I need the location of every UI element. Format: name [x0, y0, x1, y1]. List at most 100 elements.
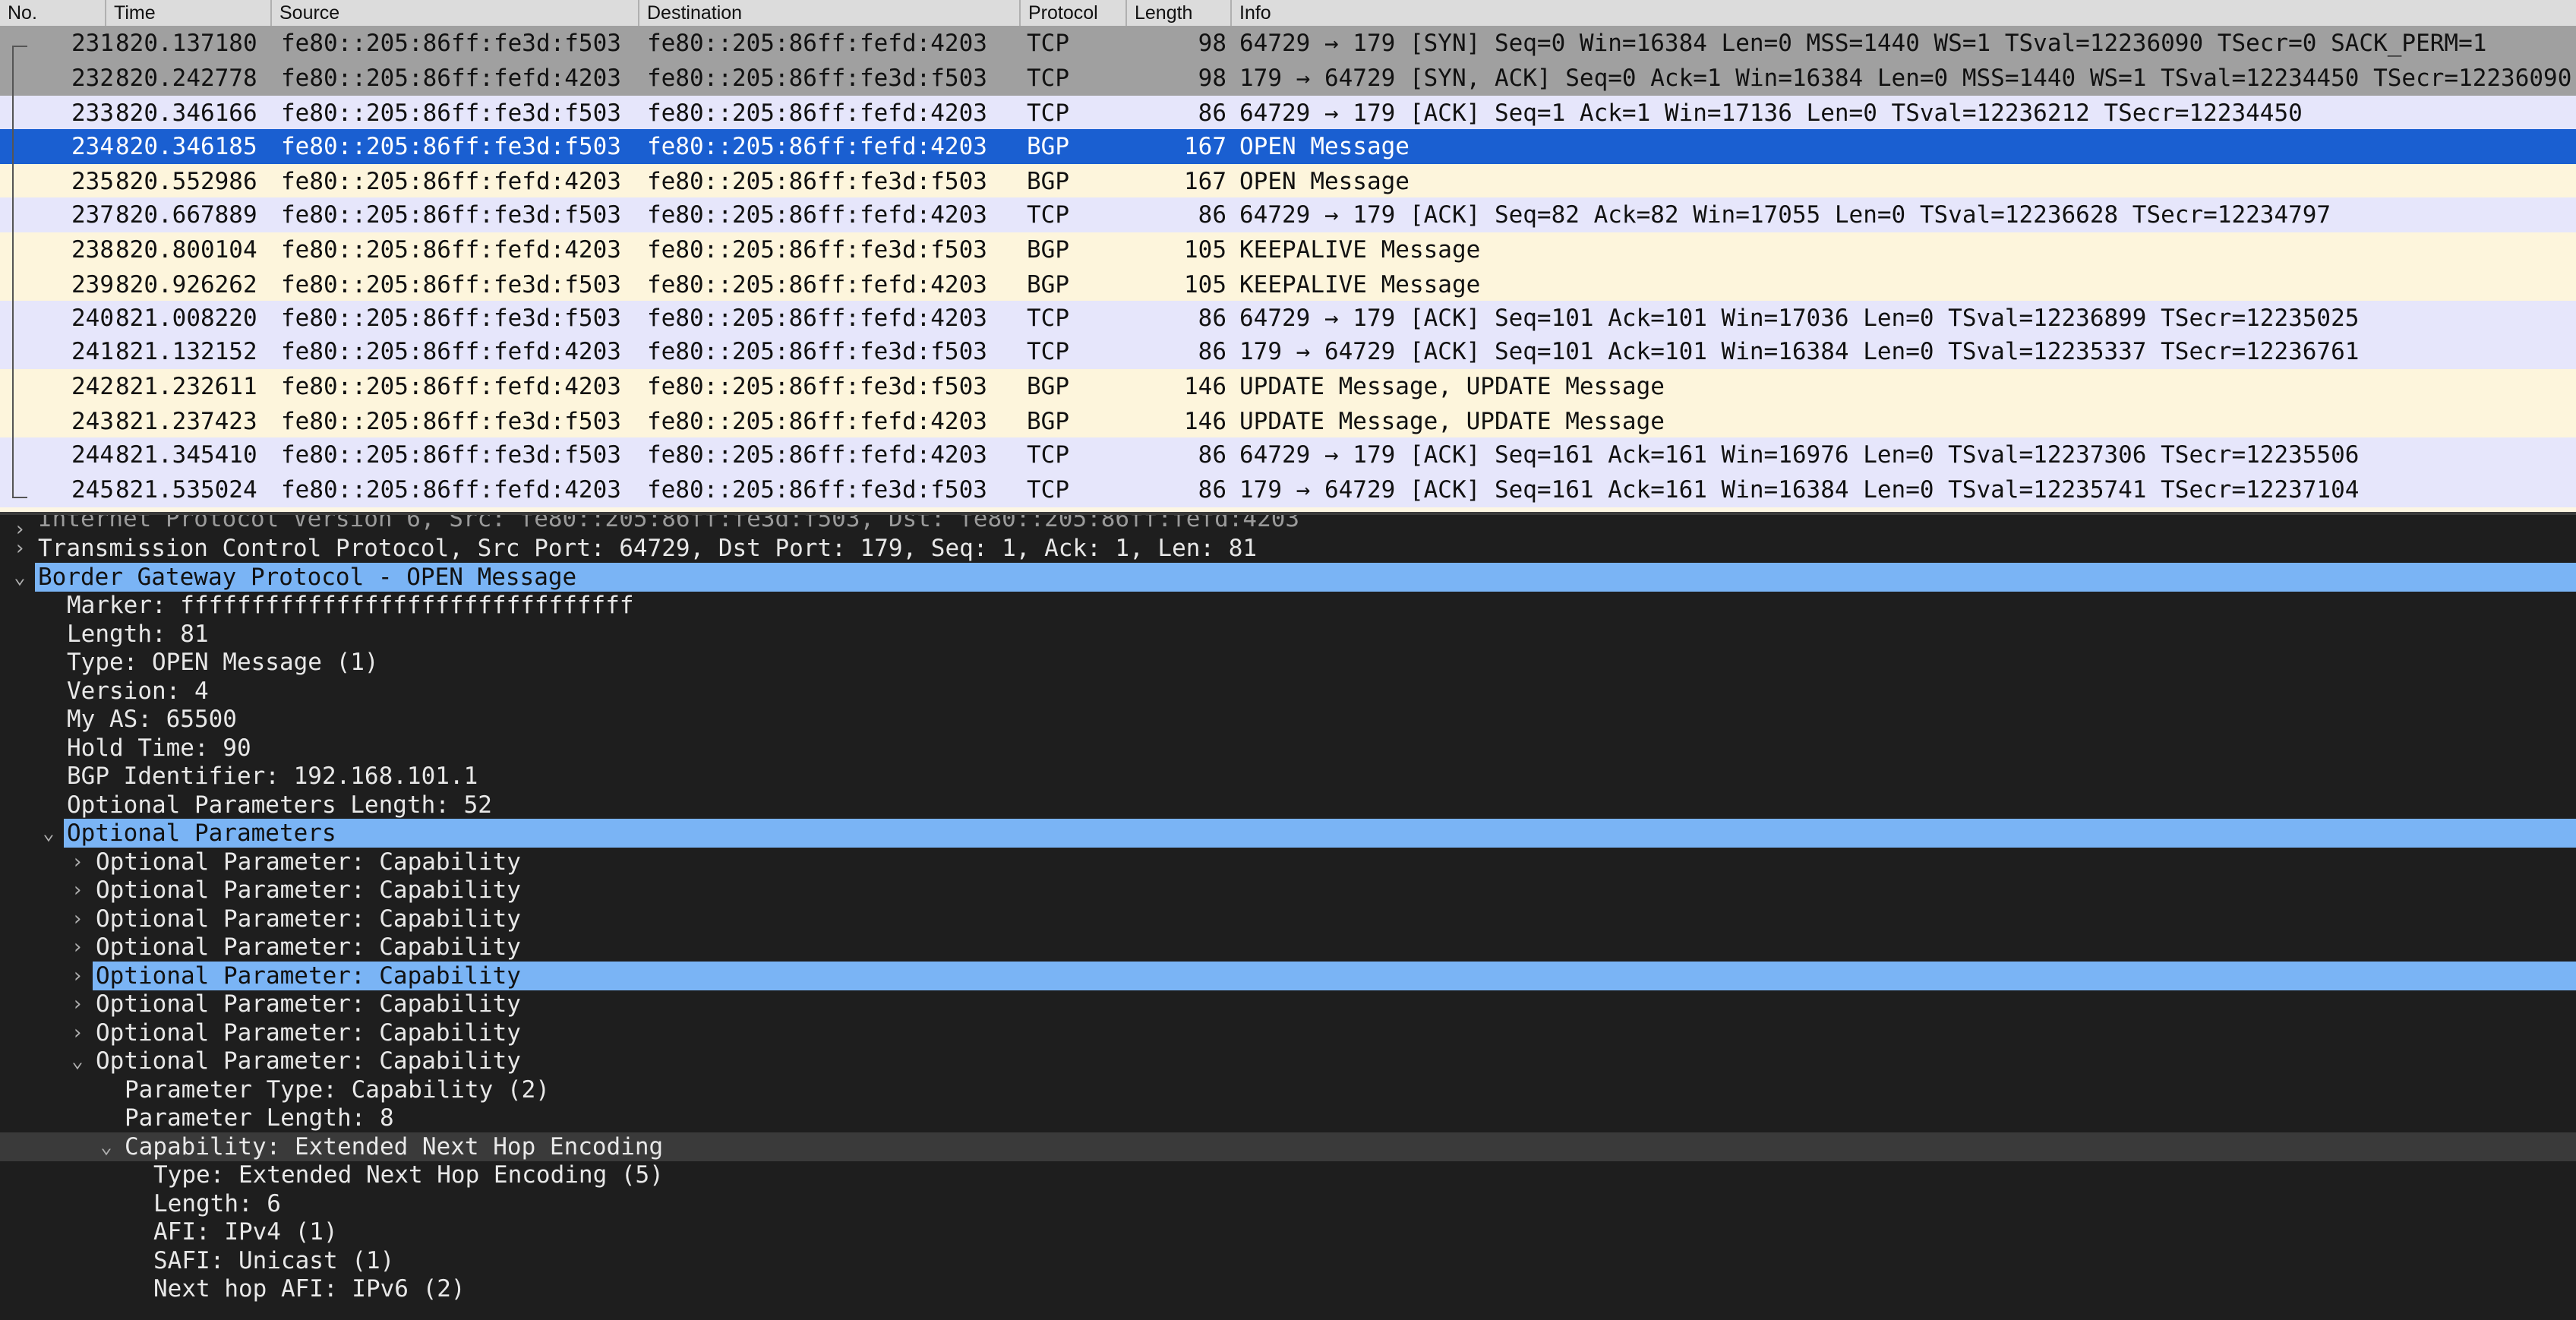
detail-tree-row[interactable]: Parameter Type: Capability (2) — [0, 1075, 2576, 1104]
detail-tree-label: Next hop AFI: IPv6 (2) — [153, 1275, 466, 1303]
packet-row[interactable]: 233 820.346166 fe80::205:86ff:fe3d:f503 fe8… — [0, 96, 2576, 131]
packet-src-cell: fe80::205:86ff:fe3d:f503 — [281, 441, 621, 469]
packet-row[interactable]: 238 820.800104 fe80::205:86ff:fefd:4203 fe8… — [0, 232, 2576, 267]
column-info[interactable]: Info — [1232, 0, 2576, 26]
detail-tree-row[interactable]: › Optional Parameter: Capability — [0, 933, 2576, 962]
packet-row[interactable]: 231 820.137180 fe80::205:86ff:fe3d:f503 fe8… — [0, 26, 2576, 61]
packet-proto-cell: BGP — [1027, 236, 1069, 264]
packet-details-pane[interactable]: › Internet Protocol Version 6, Src: fe80:… — [0, 515, 2576, 1320]
detail-tree-row[interactable]: › Optional Parameter: Capability — [0, 990, 2576, 1018]
packet-time-cell: 820.242778 — [115, 65, 257, 92]
chevron-down-icon[interactable]: ⌄ — [38, 819, 59, 848]
chevron-down-icon[interactable]: ⌄ — [67, 1047, 88, 1075]
packet-info-cell: UPDATE Message, UPDATE Message — [1239, 408, 1665, 435]
detail-tree-row[interactable]: › Optional Parameter: Capability — [0, 848, 2576, 876]
column-time[interactable]: Time — [106, 0, 272, 26]
detail-tree-row[interactable]: Optional Parameters Length: 52 — [0, 791, 2576, 819]
detail-tree-label: Optional Parameter: Capability — [93, 962, 2576, 990]
packet-src-cell: fe80::205:86ff:fe3d:f503 — [281, 133, 621, 160]
detail-tree-label: Optional Parameter: Capability — [96, 990, 521, 1018]
packet-info-cell: 179 → 64729 [SYN, ACK] Seq=0 Ack=1 Win=1… — [1239, 65, 2572, 92]
column-length[interactable]: Length — [1127, 0, 1232, 26]
chevron-right-icon[interactable]: › — [67, 933, 88, 962]
detail-tree-row[interactable]: › Optional Parameter: Capability — [0, 962, 2576, 990]
packet-no-cell: 234 — [71, 133, 114, 160]
packet-len-cell: 86 — [1198, 338, 1226, 365]
packet-row[interactable]: 239 820.926262 fe80::205:86ff:fe3d:f503 fe8… — [0, 267, 2576, 302]
packet-src-cell: fe80::205:86ff:fefd:4203 — [281, 338, 621, 365]
detail-tree-row[interactable]: › Optional Parameter: Capability — [0, 876, 2576, 905]
packet-row[interactable]: 237 820.667889 fe80::205:86ff:fe3d:f503 fe8… — [0, 197, 2576, 232]
detail-tree-row[interactable]: Version: 4 — [0, 677, 2576, 706]
detail-tree-label: Marker: ffffffffffffffffffffffffffffffff — [67, 592, 634, 619]
packet-list-pane[interactable]: No. Time Source Destination Protocol Len… — [0, 0, 2576, 512]
detail-tree-row[interactable]: ⌄ Optional Parameters — [0, 819, 2576, 848]
detail-tree-label: Optional Parameter: Capability — [96, 1019, 521, 1047]
packet-dst-cell: fe80::205:86ff:fefd:4203 — [647, 441, 987, 469]
chevron-right-icon[interactable]: › — [67, 1018, 88, 1047]
column-protocol[interactable]: Protocol — [1021, 0, 1127, 26]
column-destination[interactable]: Destination — [639, 0, 1021, 26]
packet-time-cell: 820.926262 — [115, 271, 257, 298]
packet-row[interactable]: 245 821.535024 fe80::205:86ff:fefd:4203 fe8… — [0, 472, 2576, 507]
packet-row[interactable]: 243 821.237423 fe80::205:86ff:fe3d:f503 fe8… — [0, 404, 2576, 439]
packet-info-cell: UPDATE Message, UPDATE Message — [1239, 373, 1665, 400]
detail-tree-row[interactable]: Length: 81 — [0, 620, 2576, 649]
detail-tree-row[interactable]: Parameter Length: 8 — [0, 1104, 2576, 1132]
detail-tree-row[interactable]: My AS: 65500 — [0, 705, 2576, 734]
packet-info-cell: 64729 → 179 [ACK] Seq=82 Ack=82 Win=1705… — [1239, 201, 2331, 229]
packet-src-cell: fe80::205:86ff:fe3d:f503 — [281, 271, 621, 298]
packet-dst-cell: fe80::205:86ff:fe3d:f503 — [647, 338, 987, 365]
packet-proto-cell: TCP — [1027, 65, 1069, 92]
detail-tree-row[interactable]: SAFI: Unicast (1) — [0, 1246, 2576, 1275]
detail-tree-row[interactable]: BGP Identifier: 192.168.101.1 — [0, 762, 2576, 791]
detail-tree-row[interactable]: › Transmission Control Protocol, Src Port… — [0, 534, 2576, 563]
packet-proto-cell: TCP — [1027, 441, 1069, 469]
detail-tree-label: My AS: 65500 — [67, 706, 237, 733]
detail-tree-row[interactable]: ⌄ Optional Parameter: Capability — [0, 1047, 2576, 1075]
chevron-right-icon[interactable]: › — [9, 534, 30, 563]
column-source[interactable]: Source — [272, 0, 639, 26]
packet-proto-cell: TCP — [1027, 201, 1069, 229]
column-no[interactable]: No. — [0, 0, 106, 26]
detail-tree-row[interactable]: Type: Extended Next Hop Encoding (5) — [0, 1161, 2576, 1189]
packet-time-cell: 821.232611 — [115, 373, 257, 400]
packet-no-cell: 243 — [71, 408, 114, 435]
detail-tree-label: Capability: Extended Next Hop Encoding — [125, 1133, 664, 1161]
detail-tree-row[interactable]: Next hop AFI: IPv6 (2) — [0, 1274, 2576, 1303]
packet-len-cell: 146 — [1184, 373, 1226, 400]
detail-tree-row[interactable]: › Optional Parameter: Capability — [0, 905, 2576, 933]
packet-row[interactable]: 242 821.232611 fe80::205:86ff:fefd:4203 fe8… — [0, 369, 2576, 404]
packet-row[interactable]: 235 820.552986 fe80::205:86ff:fefd:4203 fe8… — [0, 164, 2576, 199]
column-header: No. Time Source Destination Protocol Len… — [0, 0, 2576, 27]
packet-dst-cell: fe80::205:86ff:fefd:4203 — [647, 305, 987, 332]
detail-tree-label: Optional Parameters Length: 52 — [67, 791, 492, 819]
packet-row[interactable]: 244 821.345410 fe80::205:86ff:fe3d:f503 fe8… — [0, 437, 2576, 472]
chevron-down-icon[interactable]: ⌄ — [96, 1132, 117, 1161]
packet-info-cell: 64729 → 179 [ACK] Seq=161 Ack=161 Win=16… — [1239, 441, 2360, 469]
chevron-right-icon[interactable]: › — [67, 848, 88, 876]
packet-no-cell: 245 — [71, 476, 114, 504]
chevron-right-icon[interactable]: › — [67, 905, 88, 933]
detail-tree-label: Length: 6 — [153, 1190, 281, 1217]
detail-tree-label: Internet Protocol Version 6, Src: fe80::… — [38, 515, 1300, 532]
detail-tree-row[interactable]: Marker: ffffffffffffffffffffffffffffffff — [0, 591, 2576, 620]
packet-row[interactable]: 232 820.242778 fe80::205:86ff:fefd:4203 fe8… — [0, 61, 2576, 96]
detail-tree-row[interactable]: ⌄ Capability: Extended Next Hop Encoding — [0, 1132, 2576, 1161]
detail-tree-row[interactable]: Type: OPEN Message (1) — [0, 648, 2576, 677]
chevron-down-icon[interactable]: ⌄ — [9, 563, 30, 592]
detail-tree-row[interactable]: › Optional Parameter: Capability — [0, 1018, 2576, 1047]
packet-row[interactable]: 241 821.132152 fe80::205:86ff:fefd:4203 fe8… — [0, 334, 2576, 369]
detail-tree-row[interactable]: Length: 6 — [0, 1189, 2576, 1218]
packet-proto-cell: BGP — [1027, 408, 1069, 435]
packet-time-cell: 821.008220 — [115, 305, 257, 332]
chevron-right-icon[interactable]: › — [67, 990, 88, 1018]
detail-tree-row[interactable]: AFI: IPv4 (1) — [0, 1217, 2576, 1246]
packet-proto-cell: TCP — [1027, 476, 1069, 504]
chevron-right-icon[interactable]: › — [67, 876, 88, 905]
detail-tree-row[interactable]: ⌄ Border Gateway Protocol - OPEN Message — [0, 563, 2576, 592]
chevron-right-icon[interactable]: › — [67, 962, 88, 990]
packet-row[interactable]: 240 821.008220 fe80::205:86ff:fe3d:f503 fe8… — [0, 301, 2576, 336]
packet-row[interactable]: 234 820.346185 fe80::205:86ff:fe3d:f503 fe8… — [0, 129, 2576, 164]
detail-tree-row[interactable]: Hold Time: 90 — [0, 734, 2576, 763]
